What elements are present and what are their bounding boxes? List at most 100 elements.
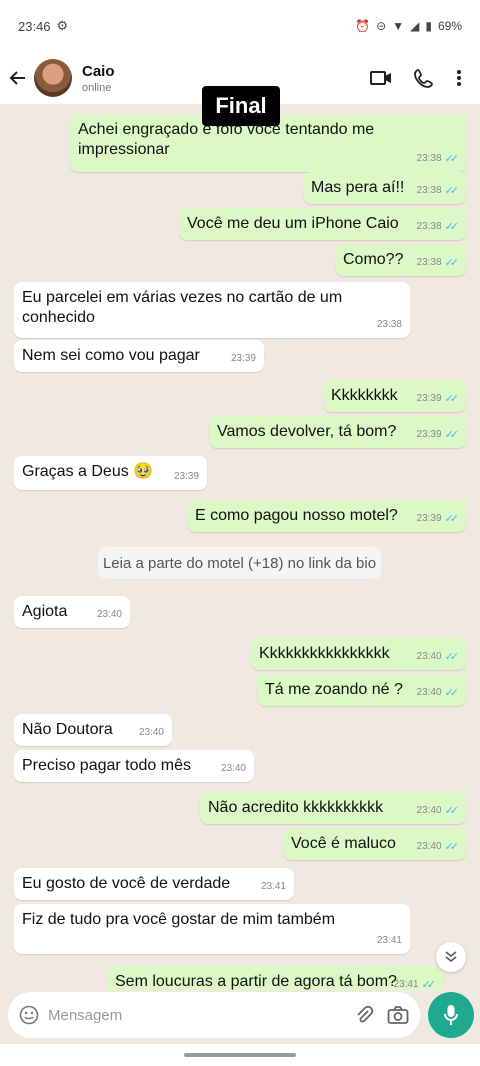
- message-text: Fiz de tudo pra você gostar de mim també…: [22, 911, 336, 928]
- message-time: 23:39: [416, 513, 442, 524]
- read-ticks-icon: ✓✓: [444, 651, 460, 663]
- message-outgoing[interactable]: Você é maluco 23:40 ✓✓: [283, 828, 466, 860]
- message-meta: 23:41: [377, 931, 402, 951]
- microphone-icon: [444, 1005, 458, 1025]
- message-outgoing[interactable]: Tá me zoando né ? 23:40 ✓✓: [257, 674, 466, 706]
- message-incoming[interactable]: Eu parcelei em várias vezes no cartão de…: [14, 282, 410, 338]
- message-outgoing[interactable]: Sem loucuras a partir de agora tá bom? 2…: [107, 966, 443, 990]
- message-time: 23:41: [393, 979, 419, 990]
- scroll-down-button[interactable]: [436, 942, 466, 972]
- message-text: Não acredito kkkkkkkkkk: [208, 799, 384, 816]
- message-time: 23:39: [416, 429, 442, 440]
- message-incoming[interactable]: Graças a Deus 🥹 23:39: [14, 456, 207, 490]
- read-ticks-icon: ✓✓: [444, 513, 460, 525]
- more-options-icon[interactable]: [456, 69, 462, 87]
- message-time: 23:40: [220, 763, 246, 774]
- message-meta: 23:38 ✓✓: [417, 181, 460, 201]
- message-text: Você me deu um iPhone Caio: [187, 215, 399, 232]
- message-time: 23:38: [416, 257, 442, 268]
- read-ticks-icon: ✓✓: [444, 687, 460, 699]
- message-composer[interactable]: Mensagem: [8, 992, 420, 1038]
- message-text: E como pagou nosso motel?: [195, 507, 398, 524]
- system-nav-bar: [0, 1044, 480, 1066]
- emoji-icon[interactable]: [18, 1004, 40, 1026]
- battery-level: 69%: [437, 19, 462, 33]
- contact-info[interactable]: Caio online: [82, 63, 115, 94]
- message-outgoing[interactable]: Vamos devolver, tá bom? 23:39 ✓✓: [209, 416, 466, 448]
- dnd-icon: ⊝: [376, 19, 387, 33]
- read-ticks-icon: ✓✓: [444, 221, 460, 233]
- message-outgoing[interactable]: Você me deu um iPhone Caio 23:38 ✓✓: [179, 208, 466, 240]
- message-time: 23:40: [416, 841, 442, 852]
- read-ticks-icon: ✓✓: [444, 393, 460, 405]
- message-meta: 23:39 ✓✓: [416, 509, 460, 529]
- message-incoming[interactable]: Nem sei como vou pagar 23:39: [14, 340, 264, 372]
- status-bar: 23:46 ⚙ ⏰ ⊝ ▼ ◢ ▮ 69%: [0, 0, 480, 52]
- message-incoming[interactable]: Eu gosto de você de verdade 23:41: [14, 868, 294, 900]
- message-meta: 23:40 ✓✓: [416, 683, 460, 703]
- read-ticks-icon: ✓✓: [444, 429, 460, 441]
- message-time: 23:39: [230, 353, 256, 364]
- message-outgoing[interactable]: Kkkkkkkkkkkkkkkk 23:40 ✓✓: [251, 638, 466, 670]
- message-meta: 23:41 ✓✓: [393, 975, 437, 990]
- message-time: 23:41: [376, 935, 402, 946]
- message-incoming[interactable]: Não Doutora 23:40: [14, 714, 172, 746]
- message-meta: 23:39: [231, 349, 256, 369]
- message-outgoing[interactable]: E como pagou nosso motel? 23:39 ✓✓: [187, 500, 466, 532]
- message-meta: 23:38 ✓✓: [416, 253, 460, 273]
- message-meta: 23:39: [174, 467, 199, 487]
- message-meta: 23:40 ✓✓: [416, 801, 460, 821]
- status-icons: ⏰ ⊝ ▼ ◢ ▮ 69%: [355, 19, 462, 33]
- message-time: 23:39: [173, 471, 199, 482]
- back-arrow-icon[interactable]: [8, 68, 28, 88]
- home-gesture-pill[interactable]: [184, 1053, 296, 1057]
- message-text: Como??: [343, 251, 404, 268]
- message-outgoing[interactable]: Como?? 23:38 ✓✓: [335, 244, 466, 276]
- message-meta: 23:39 ✓✓: [417, 389, 460, 409]
- message-text: Eu parcelei em várias vezes no cartão de…: [22, 289, 343, 326]
- message-meta: 23:38 ✓✓: [416, 149, 460, 169]
- message-text: Vamos devolver, tá bom?: [217, 423, 397, 440]
- wifi-icon: ▼: [392, 19, 405, 33]
- message-meta: 23:40: [139, 723, 164, 743]
- message-time: 23:40: [138, 727, 164, 738]
- signal-icon: ◢: [410, 19, 420, 33]
- microphone-button[interactable]: [428, 992, 474, 1038]
- message-time: 23:38: [416, 153, 442, 164]
- message-meta: 23:41: [261, 877, 286, 897]
- avatar[interactable]: [34, 59, 72, 97]
- attach-icon[interactable]: [352, 1003, 376, 1027]
- header-actions: [370, 68, 472, 88]
- message-text: Preciso pagar todo mês: [22, 757, 191, 774]
- message-text: Eu gosto de você de verdade: [22, 875, 231, 892]
- message-text: Nem sei como vou pagar: [22, 347, 200, 364]
- contact-name: Caio: [82, 62, 115, 80]
- message-text: Graças a Deus 🥹: [22, 463, 154, 480]
- message-time: 23:40: [416, 805, 442, 816]
- message-incoming[interactable]: Agiota 23:40: [14, 596, 130, 628]
- camera-icon[interactable]: [386, 1003, 410, 1027]
- message-incoming[interactable]: Preciso pagar todo mês 23:40: [14, 750, 254, 782]
- message-outgoing[interactable]: Mas pera aí!! 23:38 ✓✓: [303, 172, 466, 204]
- double-chevron-down-icon: [445, 951, 457, 963]
- message-incoming[interactable]: Fiz de tudo pra você gostar de mim també…: [14, 904, 410, 954]
- video-call-icon[interactable]: [370, 70, 392, 86]
- message-time: 23:40: [416, 687, 442, 698]
- message-time: 23:38: [376, 319, 402, 330]
- message-meta: 23:40: [221, 759, 246, 779]
- voice-call-icon[interactable]: [414, 68, 434, 88]
- settings-status-icon: ⚙: [56, 18, 69, 33]
- message-meta: 23:40 ✓✓: [416, 837, 460, 857]
- read-ticks-icon: ✓✓: [421, 979, 437, 990]
- message-outgoing[interactable]: Kkkkkkkk 23:39 ✓✓: [323, 380, 466, 412]
- message-text: Você é maluco: [291, 835, 396, 852]
- read-ticks-icon: ✓✓: [444, 185, 460, 197]
- message-meta: 23:38: [377, 315, 402, 335]
- message-text: Tá me zoando né ?: [265, 681, 403, 698]
- message-text: Agiota: [22, 603, 68, 620]
- message-text: Achei engraçado e fofo você tentando me …: [78, 121, 375, 158]
- message-text: Sem loucuras a partir de agora tá bom?: [115, 973, 397, 990]
- chat-area[interactable]: Achei engraçado e fofo você tentando me …: [0, 104, 480, 990]
- message-input[interactable]: Mensagem: [48, 1007, 342, 1024]
- message-outgoing[interactable]: Não acredito kkkkkkkkkk 23:40 ✓✓: [200, 792, 466, 824]
